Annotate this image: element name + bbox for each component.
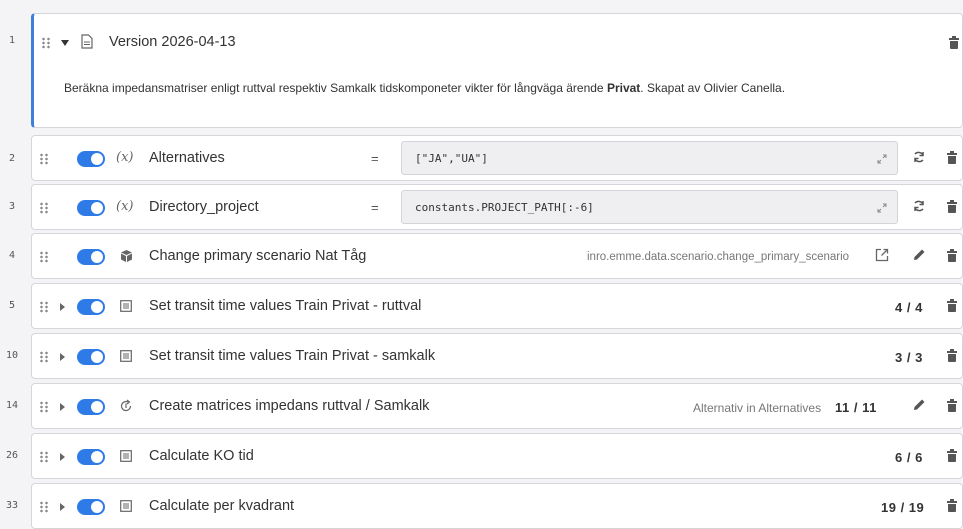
drag-handle-icon[interactable]	[39, 251, 49, 263]
row-title: Set transit time values Train Privat - s…	[149, 348, 436, 364]
variable-value-field[interactable]: constants.PROJECT_PATH[:-6]	[401, 190, 898, 224]
group-row-transit-samkalk[interactable]: Set transit time values Train Privat - s…	[31, 333, 963, 379]
drag-handle-icon[interactable]	[39, 501, 49, 513]
expand-icon[interactable]	[60, 303, 65, 311]
step-count: 6 / 6	[895, 450, 923, 465]
step-count: 4 / 4	[895, 300, 923, 315]
enable-toggle[interactable]	[77, 299, 105, 315]
variable-value[interactable]: ["JA","UA"]	[415, 152, 488, 165]
row-title: Set transit time values Train Privat - r…	[149, 298, 422, 314]
tool-icon	[121, 250, 132, 262]
trash-icon[interactable]	[947, 449, 957, 462]
row-title: Calculate KO tid	[149, 448, 254, 464]
step-count: 11 / 11	[835, 400, 877, 415]
drag-handle-icon[interactable]	[41, 37, 51, 49]
line-number: 3	[8, 201, 16, 212]
group-row-calculate-ko-tid[interactable]: Calculate KO tid 6 / 6	[31, 433, 963, 479]
line-number: 33	[5, 500, 19, 511]
drag-handle-icon[interactable]	[39, 401, 49, 413]
tool-row-change-primary-scenario[interactable]: Change primary scenario Nat Tåg inro.emm…	[31, 233, 963, 279]
line-number: 1	[8, 35, 16, 46]
trash-icon[interactable]	[947, 151, 957, 164]
drag-handle-icon[interactable]	[39, 351, 49, 363]
edit-icon[interactable]	[913, 248, 926, 261]
line-number: 4	[8, 250, 16, 261]
expand-icon[interactable]	[60, 353, 65, 361]
trash-icon[interactable]	[949, 36, 959, 49]
drag-handle-icon[interactable]	[39, 202, 49, 214]
refresh-icon[interactable]	[912, 199, 926, 213]
group-icon	[120, 350, 132, 362]
expand-editor-icon[interactable]	[877, 154, 887, 164]
variable-row-alternatives[interactable]: (x) Alternatives = ["JA","UA"]	[31, 135, 963, 181]
enable-toggle[interactable]	[77, 349, 105, 365]
line-number: 14	[5, 400, 19, 411]
variable-icon: (x)	[116, 199, 134, 214]
line-number: 26	[5, 450, 19, 461]
drag-handle-icon[interactable]	[39, 451, 49, 463]
enable-toggle[interactable]	[77, 151, 105, 167]
edit-icon[interactable]	[913, 398, 926, 411]
trash-icon[interactable]	[947, 299, 957, 312]
expand-icon[interactable]	[60, 403, 65, 411]
step-count: 3 / 3	[895, 350, 923, 365]
line-number: 10	[5, 350, 19, 361]
group-icon	[120, 300, 132, 312]
loop-row-create-matrices[interactable]: Create matrices impedans ruttval / Samka…	[31, 383, 963, 429]
row-title: Calculate per kvadrant	[149, 498, 295, 514]
enable-toggle[interactable]	[77, 399, 105, 415]
variable-name: Alternatives	[149, 150, 225, 166]
loop-icon	[120, 399, 132, 412]
comment-block-version[interactable]: Version 2026-04-13 Beräkna impedansmatri…	[31, 13, 963, 128]
group-row-transit-ruttval[interactable]: Set transit time values Train Privat - r…	[31, 283, 963, 329]
document-icon	[81, 34, 93, 49]
variable-value-field[interactable]: ["JA","UA"]	[401, 141, 898, 175]
line-number: 2	[8, 153, 16, 164]
version-description: Beräkna impedansmatriser enligt ruttval …	[64, 81, 786, 95]
enable-toggle[interactable]	[77, 249, 105, 265]
step-count: 19 / 19	[881, 500, 925, 515]
row-title: Change primary scenario Nat Tåg	[149, 248, 367, 264]
group-icon	[120, 500, 132, 512]
row-title: Create matrices impedans ruttval / Samka…	[149, 398, 430, 414]
equals-sign: =	[371, 151, 379, 166]
variable-value[interactable]: constants.PROJECT_PATH[:-6]	[415, 201, 594, 214]
group-row-calculate-per-kvadrant[interactable]: Calculate per kvadrant 19 / 19	[31, 483, 963, 529]
equals-sign: =	[371, 200, 379, 215]
expand-icon[interactable]	[60, 453, 65, 461]
expand-editor-icon[interactable]	[877, 203, 887, 213]
variable-row-directory-project[interactable]: (x) Directory_project = constants.PROJEC…	[31, 184, 963, 230]
tool-path: inro.emme.data.scenario.change_primary_s…	[587, 251, 850, 263]
group-icon	[120, 450, 132, 462]
trash-icon[interactable]	[947, 399, 957, 412]
refresh-icon[interactable]	[912, 150, 926, 164]
loop-expression: Alternativ in Alternatives	[693, 401, 822, 415]
expand-icon[interactable]	[60, 503, 65, 511]
row-title: Version 2026-04-13	[109, 34, 236, 50]
trash-icon[interactable]	[947, 200, 957, 213]
trash-icon[interactable]	[947, 249, 957, 262]
trash-icon[interactable]	[947, 499, 957, 512]
enable-toggle[interactable]	[77, 200, 105, 216]
trash-icon[interactable]	[947, 349, 957, 362]
variable-name: Directory_project	[149, 199, 259, 215]
collapse-icon[interactable]	[61, 40, 69, 46]
open-external-icon[interactable]	[875, 248, 889, 262]
drag-handle-icon[interactable]	[39, 301, 49, 313]
enable-toggle[interactable]	[77, 449, 105, 465]
variable-icon: (x)	[116, 150, 134, 165]
enable-toggle[interactable]	[77, 499, 105, 515]
drag-handle-icon[interactable]	[39, 153, 49, 165]
line-number: 5	[8, 300, 16, 311]
